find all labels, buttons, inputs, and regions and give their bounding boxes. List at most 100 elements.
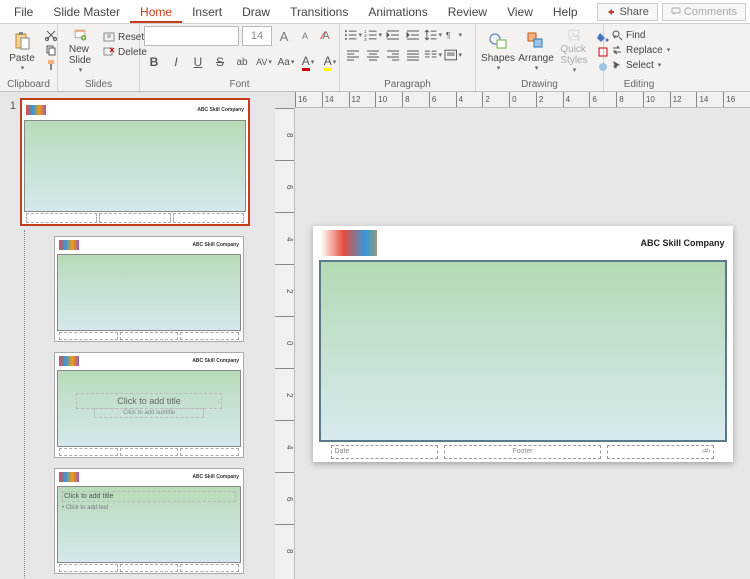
columns-icon	[424, 48, 437, 62]
find-button[interactable]: Find	[608, 28, 673, 42]
svg-text:¶: ¶	[446, 30, 451, 40]
arrange-icon	[526, 31, 546, 51]
arrange-button[interactable]: Arrange▾	[518, 26, 554, 76]
slide-canvas[interactable]: ABC Skill Company Date Footer ‹#›	[313, 226, 733, 462]
columns-button[interactable]: ▾	[424, 46, 442, 64]
increase-font-button[interactable]: A	[275, 27, 293, 45]
font-name-input[interactable]	[144, 26, 239, 46]
align-right-icon	[386, 48, 400, 62]
menu-slide-master[interactable]: Slide Master	[43, 1, 130, 23]
ruler-vertical[interactable]: 864202468	[275, 108, 295, 579]
numbering-icon: 123	[364, 28, 377, 42]
scissors-icon	[45, 29, 57, 41]
delete-icon	[103, 46, 115, 58]
logo-icon	[59, 356, 79, 366]
share-icon	[606, 7, 616, 17]
numbering-button[interactable]: 123▾	[364, 26, 382, 44]
menu-draw[interactable]: Draw	[232, 1, 280, 23]
align-text-button[interactable]: ▾	[444, 46, 462, 64]
text-direction-icon: ¶	[444, 28, 457, 42]
ruler-horizontal[interactable]: 1614121086420246810121416	[295, 92, 750, 108]
shapes-icon	[488, 31, 508, 51]
new-slide-icon	[70, 28, 90, 42]
title-placeholder: Click to add title	[76, 393, 222, 409]
search-icon	[611, 29, 623, 41]
share-button[interactable]: Share	[597, 3, 657, 21]
new-slide-button[interactable]: New Slide▾	[62, 26, 98, 76]
logo-icon	[59, 472, 79, 482]
justify-icon	[406, 48, 420, 62]
layout-thumbnail[interactable]: ABC Skill Company Click to add title Cli…	[54, 352, 244, 458]
slide-editor: 1614121086420246810121416 864202468 ABC …	[275, 92, 750, 579]
menu-animations[interactable]: Animations	[358, 1, 437, 23]
strike-button[interactable]: S	[210, 52, 230, 72]
decrease-font-button[interactable]: A	[296, 27, 314, 45]
highlight-button[interactable]: A▾	[320, 52, 340, 72]
group-paragraph: ▾ 123▾ ▾ ¶▾ ▾ ▾ Paragraph	[340, 24, 476, 91]
increase-indent-button[interactable]	[404, 26, 422, 44]
menu-file[interactable]: File	[4, 1, 43, 23]
bullet-placeholder: • Click to add text	[62, 505, 108, 511]
paste-button[interactable]: Paste▾	[4, 26, 40, 76]
layout-thumbnail[interactable]: ABC Skill Company	[54, 236, 244, 342]
svg-text:3: 3	[364, 37, 367, 42]
thumbnail-panel[interactable]: 1 ABC Skill Company ABC Skill Company	[0, 92, 275, 579]
menu-transitions[interactable]: Transitions	[280, 1, 358, 23]
char-spacing-button[interactable]: AV▾	[254, 52, 274, 72]
footer-placeholder[interactable]: Footer	[444, 445, 601, 459]
align-right-button[interactable]	[384, 46, 402, 64]
group-clipboard: Paste▾ Clipboard	[0, 24, 58, 91]
layout-thumbnail[interactable]: ABC Skill Company Click to add title • C…	[54, 468, 244, 574]
change-case-button[interactable]: Aa▾	[276, 52, 296, 72]
select-button[interactable]: Select▾	[608, 58, 673, 72]
justify-button[interactable]	[404, 46, 422, 64]
bullets-icon	[344, 28, 357, 42]
shapes-button[interactable]: Shapes▾	[480, 26, 516, 76]
ribbon: Paste▾ Clipboard New Slide▾ Reset Delete…	[0, 24, 750, 92]
workspace: 1 ABC Skill Company ABC Skill Company	[0, 92, 750, 579]
master-thumbnail[interactable]: ABC Skill Company	[20, 98, 250, 226]
line-spacing-button[interactable]: ▾	[424, 26, 442, 44]
quick-styles-icon	[564, 28, 584, 42]
outdent-icon	[386, 28, 400, 42]
company-label: ABC Skill Company	[192, 242, 239, 248]
bullets-button[interactable]: ▾	[344, 26, 362, 44]
menu-bar: File Slide Master Home Insert Draw Trans…	[0, 0, 750, 24]
logo-icon	[26, 105, 46, 115]
shadow-button[interactable]: ab	[232, 52, 252, 72]
comments-button[interactable]: Comments	[662, 3, 746, 21]
line-spacing-icon	[424, 28, 437, 42]
align-center-icon	[366, 48, 380, 62]
replace-button[interactable]: Replace▾	[608, 43, 673, 57]
clear-format-button[interactable]: A∕	[317, 27, 335, 45]
company-label: ABC Skill Company	[640, 238, 724, 248]
menu-home[interactable]: Home	[130, 1, 182, 23]
text-direction-button[interactable]: ¶▾	[444, 26, 462, 44]
date-placeholder[interactable]: Date	[331, 445, 438, 459]
subtitle-placeholder: Click to add subtitle	[94, 408, 203, 418]
font-color-button[interactable]: A▾	[298, 52, 318, 72]
italic-button[interactable]: I	[166, 52, 186, 72]
group-label: Clipboard	[4, 78, 53, 91]
align-left-button[interactable]	[344, 46, 362, 64]
slidenum-placeholder[interactable]: ‹#›	[607, 445, 714, 459]
menu-review[interactable]: Review	[438, 1, 497, 23]
logo-icon	[321, 230, 377, 256]
align-center-button[interactable]	[364, 46, 382, 64]
quick-styles-button[interactable]: Quick Styles▾	[556, 26, 592, 76]
font-size-input[interactable]	[242, 26, 272, 46]
bold-button[interactable]: B	[144, 52, 164, 72]
company-label: ABC Skill Company	[197, 107, 244, 113]
decrease-indent-button[interactable]	[384, 26, 402, 44]
company-label: ABC Skill Company	[192, 474, 239, 480]
menu-insert[interactable]: Insert	[182, 1, 232, 23]
menu-view[interactable]: View	[497, 1, 543, 23]
underline-button[interactable]: U	[188, 52, 208, 72]
slide-body[interactable]	[319, 260, 727, 442]
align-text-icon	[444, 48, 457, 62]
menu-help[interactable]: Help	[543, 1, 588, 23]
comment-icon	[671, 7, 681, 17]
group-editing: Find Replace▾ Select▾ Editing	[604, 24, 674, 91]
logo-icon	[59, 240, 79, 250]
replace-icon	[611, 44, 623, 56]
